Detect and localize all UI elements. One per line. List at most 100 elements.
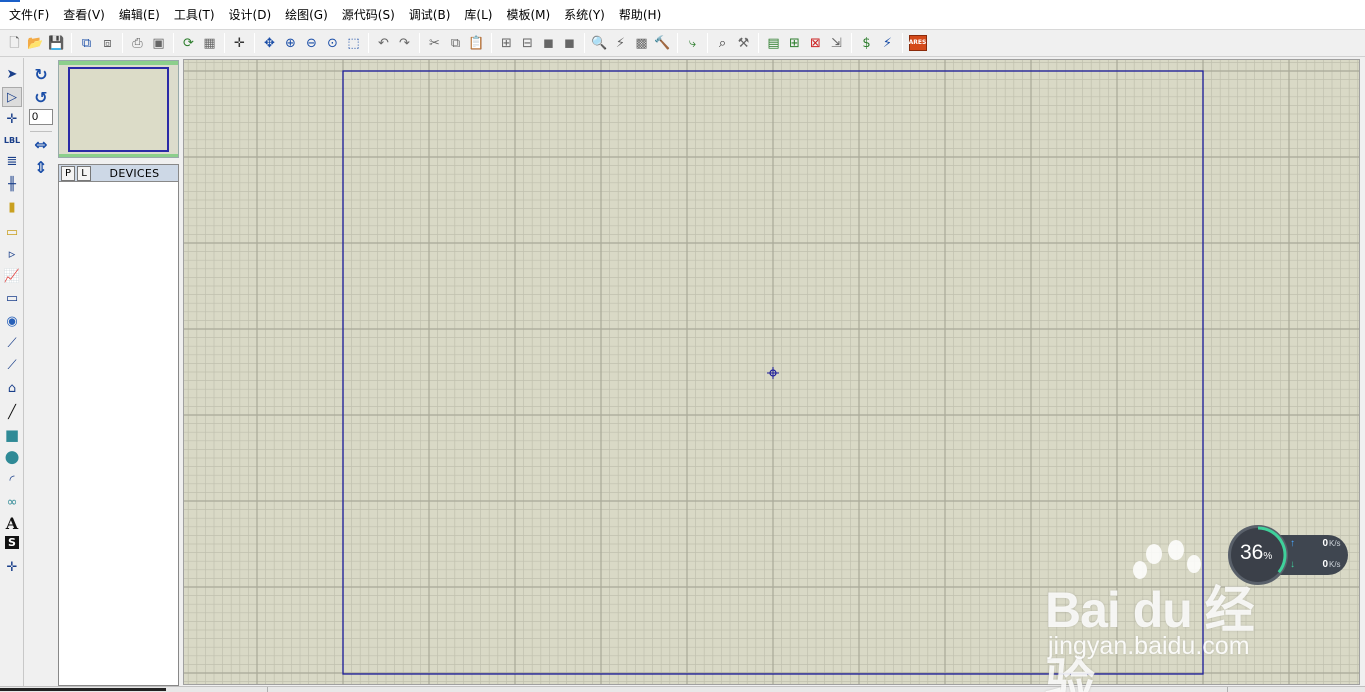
path-tool-button[interactable]: ∞ — [2, 492, 22, 512]
pick-device-button[interactable]: 🔍 — [590, 33, 610, 53]
export-section-button[interactable]: ⧈ — [98, 33, 118, 53]
zoom-in-button[interactable]: ⊕ — [281, 33, 301, 53]
pan-button[interactable]: ✥ — [260, 33, 280, 53]
search-tag-button[interactable]: ⌕ — [713, 33, 733, 53]
editing-window[interactable] — [183, 59, 1360, 685]
import-section-button[interactable]: ⧉ — [77, 33, 97, 53]
wire-autorouter-button[interactable]: ⤷ — [683, 33, 703, 53]
print-area-icon: ▣ — [152, 35, 165, 51]
graph-button[interactable]: 📈 — [2, 266, 22, 286]
block-copy-icon: ⊞ — [501, 35, 512, 51]
electrical-check-button[interactable]: ⚡ — [878, 33, 898, 53]
toolbar-separator — [254, 33, 255, 53]
menu-item[interactable]: 模板(M) — [499, 0, 557, 30]
component-mode-icon: ▷ — [7, 89, 17, 105]
open-folder-button[interactable]: 📂 — [26, 33, 46, 53]
menu-item[interactable]: 工具(T) — [167, 0, 222, 30]
menu-item[interactable]: 调试(B) — [402, 0, 458, 30]
refresh-button[interactable]: ⟳ — [179, 33, 199, 53]
mirror-horizontal-icon[interactable]: ⇔ — [30, 134, 52, 154]
rotate-anticlockwise-icon[interactable]: ↺ — [30, 87, 52, 107]
cut-button[interactable]: ✂ — [425, 33, 445, 53]
subcircuit-icon: ▮ — [8, 199, 16, 215]
junction-dot-button[interactable]: ✛ — [2, 109, 22, 129]
goto-sheet-button[interactable]: ⇲ — [827, 33, 847, 53]
zoom-all-button[interactable]: ⊙ — [323, 33, 343, 53]
box-tool-button[interactable]: ■ — [2, 425, 22, 445]
overview-window[interactable] — [58, 60, 179, 158]
generator-button[interactable]: ◉ — [2, 311, 22, 331]
current-probe-button[interactable]: ⟋ — [2, 355, 22, 375]
origin-button[interactable]: ✛ — [230, 33, 250, 53]
menu-item[interactable]: 系统(Y) — [557, 0, 612, 30]
save-button[interactable]: 💾 — [47, 33, 67, 53]
subcircuit-button[interactable]: ▮ — [2, 197, 22, 217]
marker-tool-icon: ✛ — [6, 559, 18, 575]
block-rotate-button[interactable]: ◼ — [539, 33, 559, 53]
block-delete-button[interactable]: ◼ — [560, 33, 580, 53]
wire-autorouter-icon: ⤷ — [688, 35, 697, 51]
block-move-button[interactable]: ⊟ — [518, 33, 538, 53]
text-tool-button[interactable]: A — [2, 514, 22, 534]
buses-button[interactable]: ╫ — [2, 174, 22, 194]
marker-tool-button[interactable]: ✛ — [2, 557, 22, 577]
print-area-button[interactable]: ▣ — [149, 33, 169, 53]
symbol-tool-button[interactable]: S — [5, 536, 19, 549]
voltage-probe-button[interactable]: ⟋ — [2, 333, 22, 353]
pick-devices-button[interactable]: P — [61, 165, 75, 181]
library-manager-button[interactable]: L — [77, 165, 91, 181]
rotate-clockwise-icon[interactable]: ↻ — [30, 64, 52, 84]
block-move-icon: ⊟ — [522, 35, 533, 51]
arc-tool-button[interactable]: ◜ — [2, 470, 22, 490]
rotation-angle-field[interactable] — [29, 109, 53, 125]
decompose-button[interactable]: 🔨 — [653, 33, 673, 53]
make-device-button[interactable]: ⚡ — [611, 33, 631, 53]
remove-sheet-button[interactable]: ⊠ — [806, 33, 826, 53]
add-sheet-button[interactable]: ⊞ — [785, 33, 805, 53]
new-file-button[interactable]: 🗋 — [5, 33, 25, 53]
mirror-vertical-icon[interactable]: ⇕ — [30, 157, 52, 177]
component-mode-button[interactable]: ▷ — [2, 87, 22, 107]
buses-icon: ╫ — [8, 176, 16, 192]
menu-item[interactable]: 帮助(H) — [612, 0, 668, 30]
zoom-out-button[interactable]: ⊖ — [302, 33, 322, 53]
selection-mode-button[interactable]: ➤ — [2, 64, 22, 84]
paste-icon: 📋 — [468, 35, 485, 51]
redo-button[interactable]: ↷ — [395, 33, 415, 53]
network-speed-widget[interactable]: 36% ↑ 0 K/s ↓ 0 K/s — [1228, 525, 1348, 585]
wire-label-button[interactable]: LBL — [2, 131, 22, 151]
menu-item[interactable]: 查看(V) — [56, 0, 112, 30]
undo-button[interactable]: ↶ — [374, 33, 394, 53]
menu-item[interactable]: 文件(F) — [2, 0, 56, 30]
virtual-instruments-button[interactable]: ⌂ — [2, 378, 22, 398]
menu-item[interactable]: 源代码(S) — [335, 0, 402, 30]
new-file-icon: 🗋 — [9, 35, 20, 51]
copy-button[interactable]: ⧉ — [446, 33, 466, 53]
block-copy-button[interactable]: ⊞ — [497, 33, 517, 53]
menu-item[interactable]: 绘图(G) — [278, 0, 335, 30]
packaging-button[interactable]: ▩ — [632, 33, 652, 53]
line-tool-button[interactable]: ╱ — [2, 402, 22, 422]
toolbar-separator — [758, 33, 759, 53]
menu-item[interactable]: 编辑(E) — [112, 0, 167, 30]
terminals-button[interactable]: ▭ — [2, 222, 22, 242]
device-pins-button[interactable]: ▹ — [2, 244, 22, 264]
menu-bar: 文件(F) 查看(V) 编辑(E) 工具(T) 设计(D) 绘图(G) 源代码(S) 调试(B… — [0, 0, 1365, 30]
ares-button[interactable]: ARES — [908, 33, 928, 53]
zoom-area-button[interactable]: ⬚ — [344, 33, 364, 53]
property-tool-button[interactable]: ⚒ — [734, 33, 754, 53]
menu-item[interactable]: 库(L) — [457, 0, 499, 30]
new-sheet-button[interactable]: ▤ — [764, 33, 784, 53]
zoom-in-icon: ⊕ — [285, 35, 296, 51]
zoom-out-icon: ⊖ — [306, 35, 317, 51]
grid-button[interactable]: ▦ — [200, 33, 220, 53]
tape-recorder-button[interactable]: ▭ — [2, 288, 22, 308]
circle-tool-button[interactable]: ● — [2, 447, 22, 467]
print-button[interactable]: ⎙ — [128, 33, 148, 53]
text-script-button[interactable]: ≣ — [2, 151, 22, 171]
graph-icon: 📈 — [3, 268, 21, 284]
paste-button[interactable]: 📋 — [467, 33, 487, 53]
menu-item[interactable]: 设计(D) — [222, 0, 279, 30]
schematic-canvas[interactable] — [184, 60, 1360, 685]
bill-of-materials-button[interactable]: $ — [857, 33, 877, 53]
